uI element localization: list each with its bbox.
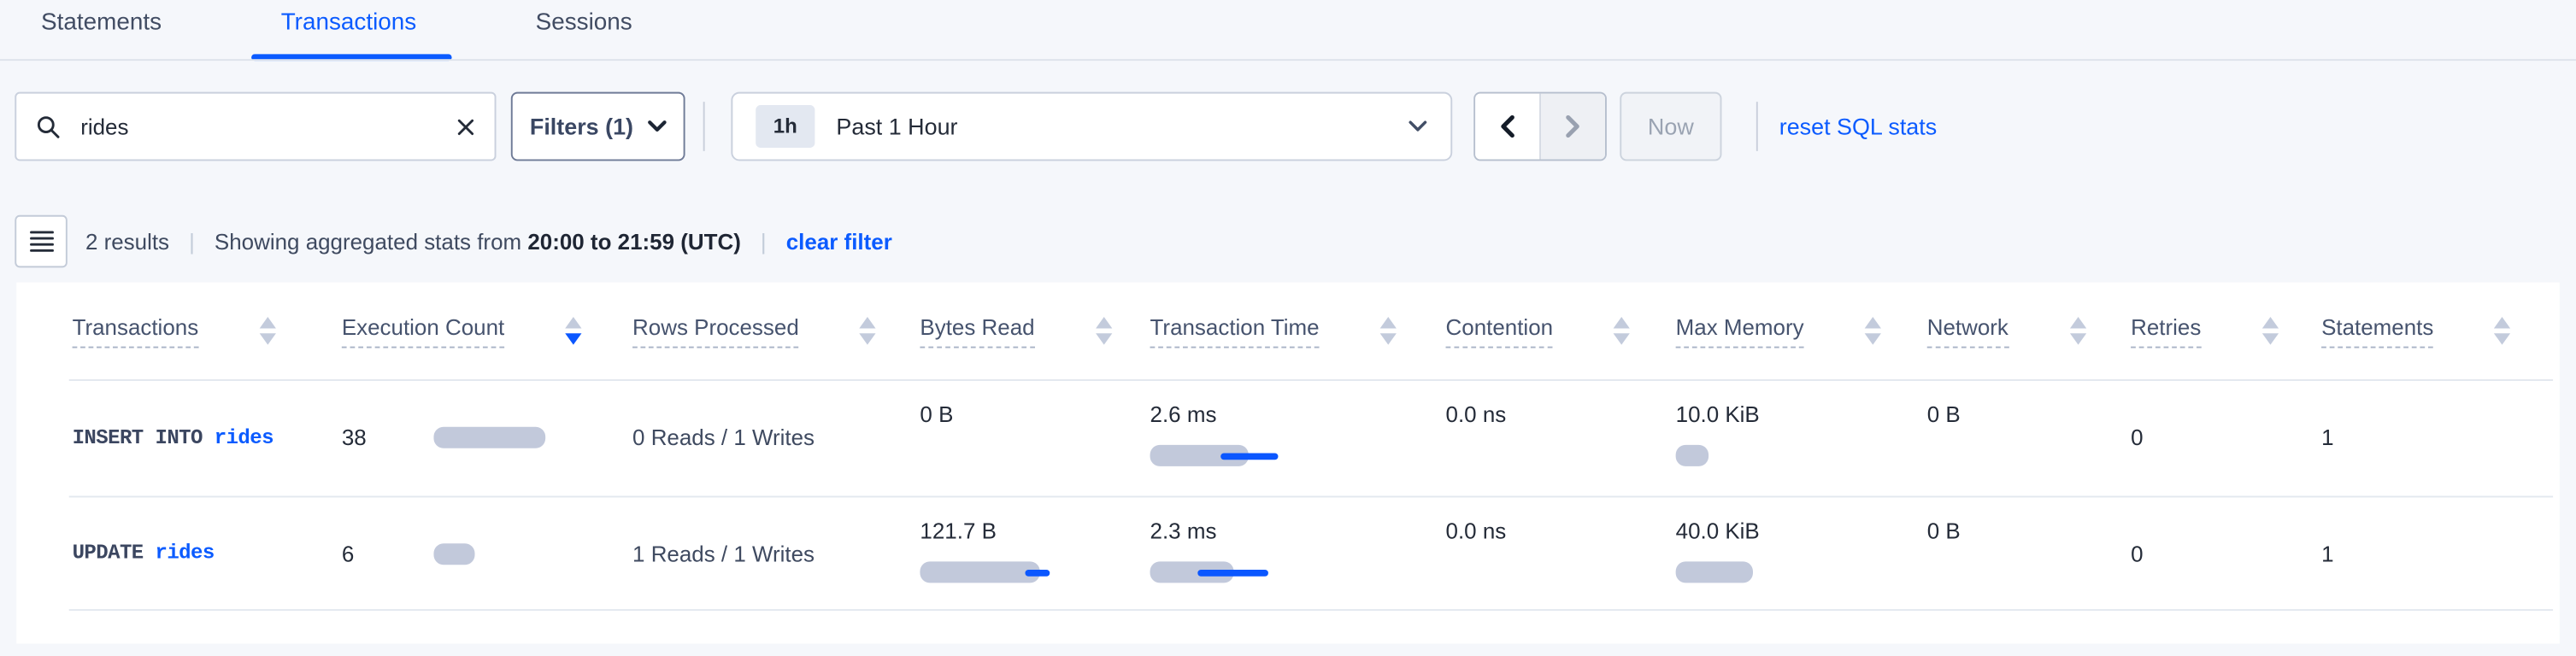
transaction-fingerprint-link[interactable]: INSERT INTO rides xyxy=(73,379,342,495)
bytes-read-cell: 121.7 B xyxy=(920,496,1150,612)
chevron-down-icon xyxy=(646,120,666,132)
sort-arrows-icon[interactable] xyxy=(2261,317,2278,344)
network-cell: 0 B xyxy=(1927,379,2131,495)
toolbar-divider xyxy=(1756,102,1758,151)
chevron-down-icon xyxy=(1408,120,1427,132)
column-header-contention[interactable]: Contention xyxy=(1446,314,1676,347)
search-input[interactable] xyxy=(77,113,456,141)
column-header-statements[interactable]: Statements xyxy=(2321,314,2550,347)
rows-processed-cell: 1 Reads / 1 Writes xyxy=(632,496,920,612)
tabbar-divider xyxy=(0,59,2576,61)
table-header-row: Transactions Execution Count Rows Proces… xyxy=(16,283,2560,379)
clear-filter-link[interactable]: clear filter xyxy=(786,229,892,254)
toolbar-divider xyxy=(703,102,705,151)
results-count: 2 results xyxy=(85,229,169,254)
sort-arrows-icon[interactable] xyxy=(259,317,275,344)
separator: | xyxy=(761,229,767,254)
execution-count-bar xyxy=(433,542,474,564)
network-cell: 0 B xyxy=(1927,496,2131,612)
bytes-read-mean-bar xyxy=(1025,569,1050,576)
search-icon xyxy=(36,114,61,139)
time-range-selector[interactable]: 1h Past 1 Hour xyxy=(731,92,1452,161)
column-header-retries[interactable]: Retries xyxy=(2131,314,2321,347)
chevron-left-icon xyxy=(1500,115,1514,138)
now-button[interactable]: Now xyxy=(1620,92,1721,161)
column-header-bytes-read[interactable]: Bytes Read xyxy=(920,314,1150,347)
execution-count-cell: 38 xyxy=(342,379,632,495)
transaction-time-mean-bar xyxy=(1220,453,1278,460)
time-range-badge: 1h xyxy=(756,105,815,148)
search-box[interactable] xyxy=(15,92,496,161)
max-memory-bar xyxy=(1676,445,1709,466)
table-name-link[interactable]: rides xyxy=(215,426,273,449)
retries-cell: 0 xyxy=(2131,379,2321,495)
table-name-link[interactable]: rides xyxy=(155,542,214,565)
sort-arrows-icon[interactable] xyxy=(1865,317,1881,344)
table-row: UPDATE rides 6 1 Reads / 1 Writes 121.7 … xyxy=(16,496,2560,612)
tab-transactions[interactable]: Transactions xyxy=(281,10,417,37)
clear-search-icon[interactable] xyxy=(456,117,474,135)
transaction-time-cell: 2.3 ms xyxy=(1150,496,1446,612)
execution-count-bar xyxy=(433,427,545,448)
time-window-stepper xyxy=(1473,92,1607,161)
column-header-transactions[interactable]: Transactions xyxy=(73,314,342,347)
sql-activity-page: Statements Transactions Sessions Filters… xyxy=(0,0,2576,656)
sort-arrows-icon[interactable] xyxy=(860,317,876,344)
contention-cell: 0.0 ns xyxy=(1446,496,1676,612)
previous-time-window-button[interactable] xyxy=(1475,94,1541,160)
filters-button[interactable]: Filters (1) xyxy=(511,92,685,161)
column-header-max-memory[interactable]: Max Memory xyxy=(1676,314,1927,347)
transactions-table: Transactions Execution Count Rows Proces… xyxy=(16,283,2560,644)
time-window-bold: 20:00 to 21:59 (UTC) xyxy=(527,229,740,254)
sort-arrows-icon[interactable] xyxy=(565,317,581,344)
time-range-label: Past 1 Hour xyxy=(836,114,957,140)
max-memory-cell: 10.0 KiB xyxy=(1676,379,1927,495)
sort-arrows-icon[interactable] xyxy=(1096,317,1112,344)
column-header-execution-count[interactable]: Execution Count xyxy=(342,314,632,347)
transaction-time-mean-bar xyxy=(1197,569,1268,576)
sort-arrows-icon[interactable] xyxy=(2069,317,2085,344)
tab-statements[interactable]: Statements xyxy=(41,10,162,37)
transaction-time-cell: 2.6 ms xyxy=(1150,379,1446,495)
sort-arrows-icon[interactable] xyxy=(2494,317,2510,344)
column-header-rows-processed[interactable]: Rows Processed xyxy=(632,314,920,347)
contention-cell: 0.0 ns xyxy=(1446,379,1676,495)
sort-arrows-icon[interactable] xyxy=(1380,317,1397,344)
separator: | xyxy=(189,229,195,254)
column-selector-icon xyxy=(29,230,54,253)
statements-cell: 1 xyxy=(2321,496,2550,612)
results-summary: 2 results | Showing aggregated stats fro… xyxy=(85,215,892,268)
bytes-read-cell: 0 B xyxy=(920,379,1150,495)
tab-sessions[interactable]: Sessions xyxy=(536,10,632,37)
column-selector-button[interactable] xyxy=(15,215,68,268)
transaction-fingerprint-link[interactable]: UPDATE rides xyxy=(73,496,342,612)
reset-sql-stats-link[interactable]: reset SQL stats xyxy=(1779,92,1937,161)
column-header-network[interactable]: Network xyxy=(1927,314,2131,347)
table-row: INSERT INTO rides 38 0 Reads / 1 Writes … xyxy=(16,379,2560,495)
max-memory-cell: 40.0 KiB xyxy=(1676,496,1927,612)
chevron-right-icon xyxy=(1566,115,1580,138)
sort-arrows-icon[interactable] xyxy=(1614,317,1630,344)
column-header-transaction-time[interactable]: Transaction Time xyxy=(1150,314,1446,347)
next-time-window-button[interactable] xyxy=(1541,94,1605,160)
max-memory-bar xyxy=(1676,561,1753,583)
filters-label: Filters (1) xyxy=(530,114,633,140)
showing-stats-text: Showing aggregated stats from 20:00 to 2… xyxy=(215,229,741,254)
retries-cell: 0 xyxy=(2131,496,2321,612)
bytes-read-bar xyxy=(920,561,1039,583)
execution-count-cell: 6 xyxy=(342,496,632,612)
rows-processed-cell: 0 Reads / 1 Writes xyxy=(632,379,920,495)
statements-cell: 1 xyxy=(2321,379,2550,495)
